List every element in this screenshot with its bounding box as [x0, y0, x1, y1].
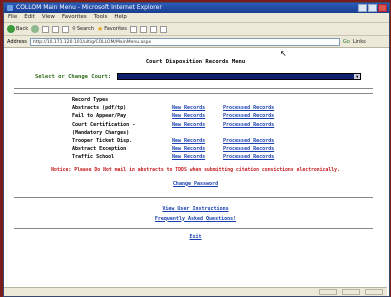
links-button[interactable]: Links: [353, 39, 366, 45]
favorites-button[interactable]: ★ Favorites: [97, 25, 127, 33]
menu-tools[interactable]: Tools: [94, 13, 108, 22]
processed-records-link[interactable]: Processed Records: [223, 122, 274, 128]
mail-icon[interactable]: [139, 25, 147, 33]
record-type-label: Fail to Appear/Pay: [72, 113, 127, 120]
search-button[interactable]: ⚲ Search: [72, 26, 94, 32]
record-type-label: Traffic School: [72, 154, 115, 161]
table-row: Traffic School New Records Processed Rec…: [70, 153, 276, 161]
table-row: Abstract Exception New Records Processed…: [70, 145, 276, 153]
close-button[interactable]: [378, 4, 387, 12]
new-records-link[interactable]: New Records: [172, 105, 205, 111]
chevron-down-icon[interactable]: ▼: [354, 74, 361, 79]
back-arrow-icon: [7, 25, 15, 33]
processed-records-link[interactable]: Processed Records: [223, 154, 274, 160]
court-select-label: Select or Change Court:: [35, 73, 112, 80]
menu-view[interactable]: View: [42, 13, 55, 22]
zone-indicator: [365, 289, 383, 295]
divider-line: [14, 227, 373, 229]
back-button[interactable]: Back: [7, 25, 28, 33]
new-records-link[interactable]: New Records: [172, 146, 205, 152]
table-row: Court Certification - New Records Proces…: [70, 121, 276, 129]
address-input[interactable]: http://10.171.120.101/ultig/COLLOM/MainM…: [29, 37, 340, 46]
browser-window: COLLOM Main Menu - Microsoft Internet Ex…: [3, 2, 390, 297]
back-label: Back: [16, 26, 29, 32]
menu-file[interactable]: File: [8, 13, 17, 22]
table-row: Abstracts (pdf/tp) New Records Processed…: [70, 104, 276, 112]
history-icon[interactable]: [129, 25, 137, 33]
window-controls: [358, 4, 387, 12]
notice-text: Notice: Please Do Not mail in abstracts …: [51, 167, 340, 173]
edit-icon[interactable]: [159, 25, 167, 33]
processed-records-link[interactable]: Processed Records: [223, 105, 274, 111]
new-records-link[interactable]: New Records: [172, 122, 205, 128]
menu-help[interactable]: Help: [114, 13, 127, 22]
go-button[interactable]: Go: [343, 39, 350, 45]
minimize-button[interactable]: [358, 4, 367, 12]
ie-icon: [7, 5, 13, 11]
stop-icon[interactable]: [42, 25, 50, 33]
maximize-button[interactable]: [368, 4, 377, 12]
record-types-header: Record Types: [72, 97, 109, 104]
new-records-link[interactable]: New Records: [172, 154, 205, 160]
refresh-icon[interactable]: [52, 25, 60, 33]
divider-line: [14, 196, 373, 198]
record-type-label: Trooper Ticket Disp.: [72, 138, 133, 145]
record-types-table: Record Types Abstracts (pdf/tp) New Reco…: [70, 96, 276, 162]
record-type-label: Court Certification -: [72, 121, 136, 128]
address-label: Address: [7, 38, 27, 45]
table-row: (Mandatory Charges): [70, 129, 276, 137]
window-title: COLLOM Main Menu - Microsoft Internet Ex…: [16, 4, 162, 11]
user-instructions-link[interactable]: View User Instructions: [162, 206, 228, 212]
exit-link[interactable]: Exit: [189, 234, 201, 240]
table-header-row: Record Types: [70, 96, 276, 104]
change-password-link[interactable]: Change Password: [173, 181, 218, 187]
page-title: Court Disposition Records Menu: [145, 59, 246, 65]
search-label: Search: [76, 26, 94, 32]
menu-edit[interactable]: Edit: [24, 13, 35, 22]
faq-link[interactable]: Frequently Asked Questions!: [155, 216, 236, 222]
table-row: Fail to Appear/Pay New Records Processed…: [70, 112, 276, 120]
favorites-label: Favorites: [104, 26, 127, 32]
section-divider: [14, 88, 373, 94]
page-content: Court Disposition Records Menu Select or…: [4, 48, 387, 284]
processed-records-link[interactable]: Processed Records: [223, 113, 274, 119]
status-cell: [319, 289, 337, 295]
toolbar: Back ⚲ Search ★ Favorites: [4, 23, 389, 36]
mouse-cursor-icon: ↖: [280, 49, 287, 58]
record-type-label: Abstracts (pdf/tp): [72, 105, 127, 112]
court-selector-row: Select or Change Court: ▼: [4, 73, 387, 80]
title-bar: COLLOM Main Menu - Microsoft Internet Ex…: [4, 3, 389, 13]
record-type-label: Abstract Exception: [72, 146, 127, 153]
print-icon[interactable]: [149, 25, 157, 33]
new-records-link[interactable]: New Records: [172, 113, 205, 119]
record-type-label: (Mandatory Charges): [72, 129, 130, 136]
processed-records-link[interactable]: Processed Records: [223, 138, 274, 144]
menu-favorites[interactable]: Favorites: [62, 13, 87, 22]
forward-button[interactable]: [31, 25, 40, 33]
home-icon[interactable]: [62, 25, 70, 33]
address-bar: Address http://10.171.120.101/ultig/COLL…: [4, 36, 389, 48]
table-row: Trooper Ticket Disp. New Records Process…: [70, 137, 276, 145]
processed-records-link[interactable]: Processed Records: [223, 146, 274, 152]
court-select[interactable]: ▼: [117, 73, 362, 80]
favorites-star-icon: ★: [97, 25, 104, 33]
search-icon: ⚲: [72, 26, 76, 32]
menu-bar: File Edit View Favorites Tools Help: [4, 13, 389, 23]
status-cell: [342, 289, 360, 295]
new-records-link[interactable]: New Records: [172, 138, 205, 144]
status-bar: [4, 287, 387, 296]
